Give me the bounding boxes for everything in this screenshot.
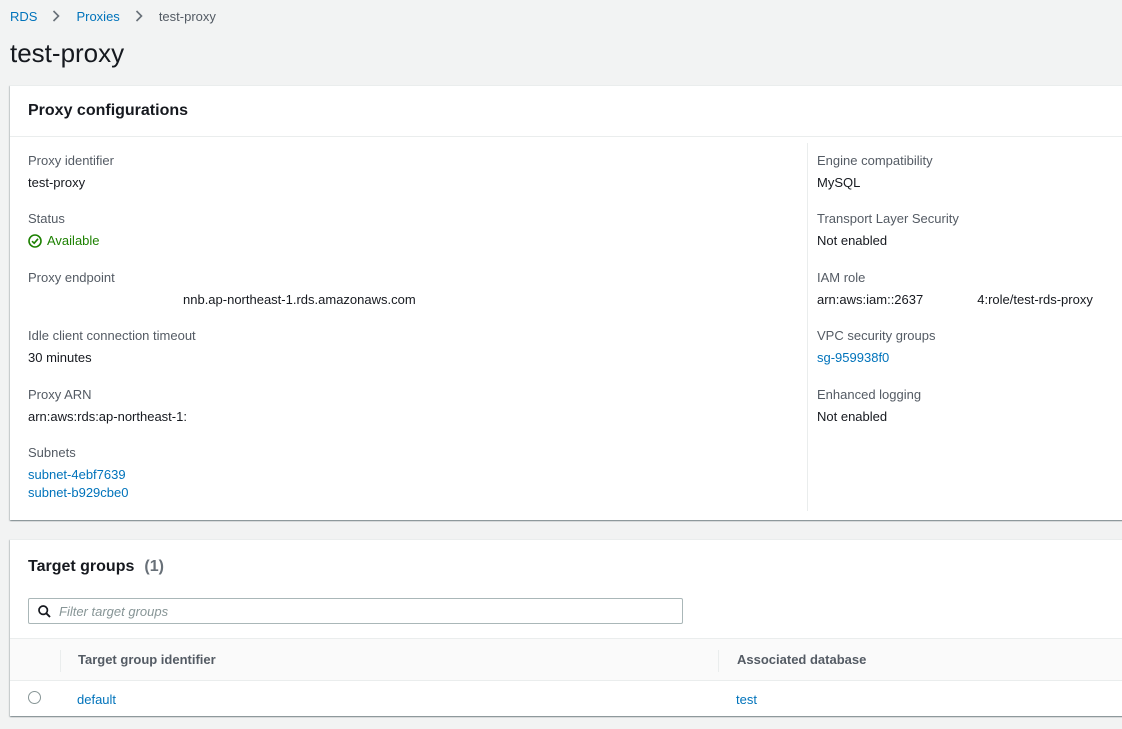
field-value: MySQL bbox=[817, 175, 861, 190]
field-value: test-proxy bbox=[28, 175, 86, 190]
field-value: arn:aws:rds:ap-northeast-1: bbox=[28, 409, 187, 424]
field-label: IAM role bbox=[817, 270, 866, 285]
status: Status Available bbox=[28, 211, 100, 249]
panel-title: Proxy configurations bbox=[28, 102, 189, 119]
subnets: Subnets subnet-4ebf7639 subnet-b929cbe0 bbox=[28, 445, 128, 501]
search-icon bbox=[38, 604, 51, 618]
chevron-right-icon bbox=[45, 8, 67, 24]
iam-role-suffix: 4:role/test-rds-proxy bbox=[977, 292, 1093, 307]
target-groups-panel: Target groups (1) Target group identifie… bbox=[10, 539, 1122, 716]
breadcrumb-current: test-proxy bbox=[158, 8, 216, 24]
engine-compatibility: Engine compatibility MySQL bbox=[817, 153, 933, 191]
chevron-right-icon bbox=[128, 8, 150, 24]
field-label: Status bbox=[28, 211, 65, 226]
target-groups-count: (1) bbox=[144, 558, 164, 575]
field-value: nnb.ap-northeast-1.rds.amazonaws.com bbox=[183, 292, 416, 307]
transport-layer-security: Transport Layer Security Not enabled bbox=[817, 211, 959, 249]
field-label: Transport Layer Security bbox=[817, 211, 959, 226]
field-value: arn:aws:iam::2637 4:role/test-rds-proxy bbox=[817, 292, 1093, 308]
iam-role: IAM role arn:aws:iam::2637 4:role/test-rd… bbox=[817, 270, 1093, 308]
table-row: default test bbox=[10, 681, 1122, 717]
row-select-radio[interactable] bbox=[28, 691, 41, 704]
database-link[interactable]: test bbox=[736, 692, 757, 707]
enhanced-logging: Enhanced logging Not enabled bbox=[817, 387, 921, 425]
target-group-link[interactable]: default bbox=[77, 692, 116, 707]
column-header-associated-database[interactable]: Associated database bbox=[737, 652, 866, 667]
field-label: Engine compatibility bbox=[817, 153, 933, 168]
breadcrumb-proxies[interactable]: Proxies bbox=[76, 9, 119, 24]
proxy-identifier: Proxy identifier test-proxy bbox=[28, 153, 114, 191]
field-label: VPC security groups bbox=[817, 328, 936, 343]
subnet-link[interactable]: subnet-b929cbe0 bbox=[28, 485, 128, 501]
status-text: Available bbox=[47, 233, 100, 248]
breadcrumb-rds[interactable]: RDS bbox=[10, 9, 37, 24]
field-label: Proxy endpoint bbox=[28, 270, 115, 285]
table-header: Target group identifier Associated datab… bbox=[10, 638, 1122, 681]
target-groups-header: Target groups (1) bbox=[28, 558, 164, 576]
field-label: Proxy ARN bbox=[28, 387, 92, 402]
field-value: Not enabled bbox=[817, 233, 888, 248]
vpc-security-groups: VPC security groups sg-959938f0 bbox=[817, 328, 936, 366]
proxy-configurations-panel: Proxy configurations Proxy identifier te… bbox=[10, 85, 1122, 520]
column-divider bbox=[807, 143, 808, 511]
security-group-link[interactable]: sg-959938f0 bbox=[817, 350, 936, 366]
field-value: Not enabled bbox=[817, 409, 888, 424]
field-label: Idle client connection timeout bbox=[28, 328, 196, 343]
proxy-endpoint: Proxy endpoint nnb.ap-northeast-1.rds.am… bbox=[28, 270, 416, 308]
field-label: Subnets bbox=[28, 445, 76, 460]
field-label: Proxy identifier bbox=[28, 153, 114, 168]
field-value: 30 minutes bbox=[28, 350, 92, 365]
subnet-link[interactable]: subnet-4ebf7639 bbox=[28, 467, 128, 483]
column-header-target-group[interactable]: Target group identifier bbox=[78, 652, 216, 667]
column-separator bbox=[718, 650, 719, 672]
column-separator bbox=[60, 650, 61, 672]
page-title: test-proxy bbox=[10, 38, 125, 68]
filter-target-groups-input[interactable] bbox=[59, 603, 659, 619]
idle-timeout: Idle client connection timeout 30 minute… bbox=[28, 328, 196, 366]
field-label: Enhanced logging bbox=[817, 387, 922, 402]
target-groups-title: Target groups bbox=[28, 558, 135, 575]
breadcrumb: RDS Proxies test-proxy bbox=[10, 8, 216, 24]
proxy-arn: Proxy ARN arn:aws:rds:ap-northeast-1: bbox=[28, 387, 187, 425]
status-indicator: Available bbox=[28, 233, 100, 249]
panel-header: Proxy configurations bbox=[10, 86, 1122, 137]
filter-box bbox=[28, 598, 683, 624]
check-circle-icon bbox=[28, 234, 42, 248]
iam-role-prefix: arn:aws:iam::2637 bbox=[817, 292, 924, 307]
